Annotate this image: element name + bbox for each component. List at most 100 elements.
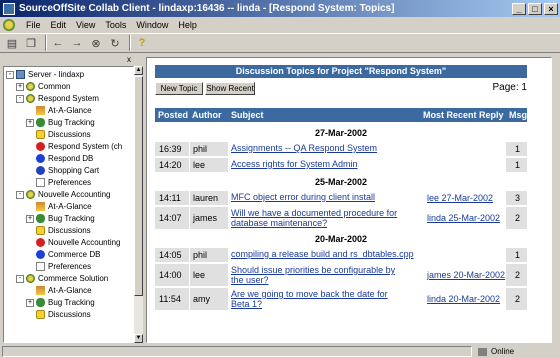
- subject-link[interactable]: Assignments -- QA Respond System: [231, 143, 377, 153]
- recent-reply-link[interactable]: linda 25-Mar-2002: [427, 213, 500, 223]
- project-tree[interactable]: - Server - lindaxp + Common - Respond System A…: [3, 66, 134, 343]
- subject-link[interactable]: Beta 1?: [231, 299, 262, 309]
- tree-item-label: Nouvelle Accounting: [48, 238, 121, 247]
- document-icon[interactable]: [3, 19, 15, 31]
- scroll-down-icon[interactable]: ▼: [134, 334, 143, 343]
- subject-link[interactable]: Will we have a documented procedure for: [231, 208, 397, 218]
- subject-link[interactable]: compiling a release build and rs_dbtable…: [231, 249, 414, 259]
- table-row[interactable]: 11:54 amy Are we going to move back the da…: [155, 288, 527, 310]
- tree-item[interactable]: Preferences: [26, 261, 91, 272]
- tree-item[interactable]: Preferences: [26, 177, 91, 188]
- discussion-icon: [36, 310, 45, 319]
- tree-item[interactable]: Shopping Cart: [26, 165, 99, 176]
- menu-window[interactable]: Window: [131, 20, 173, 30]
- tree-item[interactable]: Discussions: [26, 225, 91, 236]
- subject-link[interactable]: Access rights for System Admin: [231, 159, 358, 169]
- tree-item[interactable]: At-A-Glance: [26, 285, 92, 296]
- toolbar-separator: [45, 35, 47, 51]
- subject-link[interactable]: MFC object error during client install: [231, 192, 375, 202]
- col-most-recent-reply[interactable]: Most Recent Reply: [423, 110, 504, 120]
- pane-close-icon[interactable]: x: [127, 55, 131, 64]
- subject-link[interactable]: Are we going to move back the date for: [231, 289, 388, 299]
- table-row[interactable]: 16:39 phil Assignments -- QA Respond Syste…: [155, 142, 527, 156]
- print-icon[interactable]: ▤: [4, 35, 20, 51]
- date-group-header: 20-Mar-2002: [314, 234, 368, 244]
- tree-item-label: At-A-Glance: [48, 202, 92, 211]
- tree-item[interactable]: + Bug Tracking: [26, 213, 95, 224]
- author-name: amy: [193, 294, 211, 304]
- table-row[interactable]: 14:11 lauren MFC object error during clien…: [155, 191, 527, 205]
- recent-reply-link[interactable]: james 20-Mar-2002: [427, 270, 505, 280]
- new-topic-button[interactable]: New Topic: [155, 82, 203, 95]
- table-row[interactable]: 14:07 james Will we have a documented proc…: [155, 207, 527, 229]
- tree-item[interactable]: - Respond System: [16, 93, 99, 104]
- tree-item[interactable]: Discussions: [26, 129, 91, 140]
- tree-scrollbar[interactable]: ▲ ▼: [134, 66, 143, 343]
- server-icon: [16, 70, 25, 79]
- maximize-button[interactable]: □: [528, 2, 542, 15]
- scroll-thumb[interactable]: [134, 76, 143, 296]
- online-label: Online: [491, 347, 515, 356]
- menu-tools[interactable]: Tools: [100, 20, 131, 30]
- tree-item[interactable]: - Server - lindaxp: [6, 69, 84, 80]
- recent-reply-link[interactable]: lee 27-Mar-2002: [427, 193, 493, 203]
- tree-item[interactable]: Discussions: [26, 309, 91, 320]
- subject-link[interactable]: the user?: [231, 275, 269, 285]
- col-posted[interactable]: Posted: [158, 110, 188, 120]
- collapse-icon[interactable]: -: [16, 190, 24, 199]
- show-recent-button[interactable]: Show Recent: [205, 82, 255, 95]
- tree-item[interactable]: + Bug Tracking: [26, 117, 95, 128]
- back-icon[interactable]: ←: [50, 35, 66, 51]
- tree-item[interactable]: Commerce DB: [26, 249, 100, 260]
- forward-icon[interactable]: →: [69, 35, 85, 51]
- author-name: phil: [193, 250, 208, 260]
- msg-count: 1: [515, 160, 521, 170]
- table-row[interactable]: 14:00 lee Should issue priorities be confi…: [155, 264, 527, 286]
- collapse-icon[interactable]: -: [6, 70, 14, 79]
- copy-icon[interactable]: ❐: [23, 35, 39, 51]
- posted-time: 14:05: [159, 250, 182, 260]
- respond-icon: [36, 238, 45, 247]
- expand-icon[interactable]: +: [26, 298, 34, 307]
- col-author[interactable]: Author: [192, 110, 222, 120]
- tree-item[interactable]: At-A-Glance: [26, 201, 92, 212]
- collapse-icon[interactable]: -: [16, 274, 24, 283]
- tree-item[interactable]: Nouvelle Accounting: [26, 237, 121, 248]
- close-button[interactable]: ×: [544, 2, 558, 15]
- tree-item[interactable]: Respond System (ch: [26, 141, 122, 152]
- msg-count: 1: [515, 144, 521, 154]
- collapse-icon[interactable]: -: [16, 94, 24, 103]
- tree-item[interactable]: At-A-Glance: [26, 105, 92, 116]
- expand-icon[interactable]: +: [26, 118, 34, 127]
- col-msgs[interactable]: Msgs: [509, 110, 532, 120]
- menu-file[interactable]: File: [21, 20, 46, 30]
- project-icon: [26, 190, 35, 199]
- tree-item[interactable]: + Common: [16, 81, 70, 92]
- tree-item[interactable]: - Nouvelle Accounting: [16, 189, 111, 200]
- status-pane: [2, 346, 472, 357]
- table-row[interactable]: 14:05 phil compiling a release build and r…: [155, 248, 527, 262]
- scroll-up-icon[interactable]: ▲: [134, 66, 143, 75]
- tree-item[interactable]: + Bug Tracking: [26, 297, 95, 308]
- expand-icon[interactable]: +: [26, 214, 34, 223]
- minimize-button[interactable]: _: [512, 2, 526, 15]
- subject-link[interactable]: database maintenance?: [231, 218, 327, 228]
- tree-item-label: Nouvelle Accounting: [38, 190, 111, 199]
- recent-reply-link[interactable]: linda 20-Mar-2002: [427, 294, 500, 304]
- expand-icon[interactable]: +: [16, 82, 24, 91]
- database-icon: [36, 250, 45, 259]
- help-icon[interactable]: ?: [134, 35, 150, 51]
- menu-view[interactable]: View: [71, 20, 100, 30]
- refresh-icon[interactable]: ↻: [107, 35, 123, 51]
- bug-icon: [36, 118, 45, 127]
- col-subject[interactable]: Subject: [231, 110, 264, 120]
- tree-item-label: Respond System (ch: [48, 142, 123, 151]
- menu-help[interactable]: Help: [173, 20, 202, 30]
- tree-item[interactable]: - Commerce Solution: [16, 273, 108, 284]
- preferences-icon: [36, 178, 45, 187]
- stop-icon[interactable]: ⊗: [88, 35, 104, 51]
- subject-link[interactable]: Should issue priorities be configurable …: [231, 265, 395, 275]
- table-row[interactable]: 14:20 lee Access rights for System Admin 1: [155, 158, 527, 172]
- tree-item[interactable]: Respond DB: [26, 153, 93, 164]
- menu-edit[interactable]: Edit: [46, 20, 72, 30]
